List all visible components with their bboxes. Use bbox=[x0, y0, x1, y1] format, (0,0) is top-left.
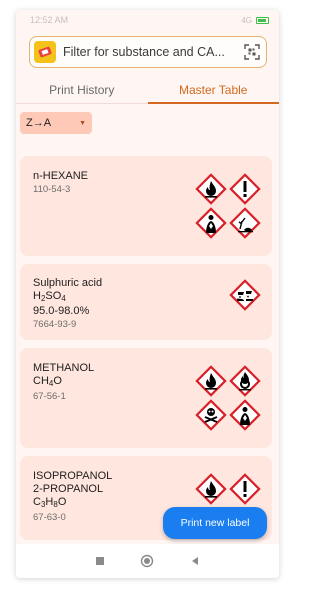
system-nav-bar bbox=[16, 544, 279, 578]
ghs-flame-icon bbox=[195, 473, 227, 505]
tab-print-history[interactable]: Print History bbox=[16, 76, 148, 103]
app-logo-icon bbox=[34, 41, 56, 63]
home-icon[interactable] bbox=[140, 554, 154, 568]
recents-icon[interactable] bbox=[93, 554, 107, 568]
signal-indicator: 4G bbox=[241, 15, 252, 25]
substance-card-hexane[interactable]: n-HEXANE 110-54-3 bbox=[20, 156, 272, 256]
search-input[interactable]: Filter for substance and CA... bbox=[63, 45, 244, 59]
ghs-health-hazard-icon bbox=[229, 399, 261, 431]
battery-icon bbox=[256, 16, 269, 24]
status-icons: 4G bbox=[241, 16, 269, 25]
back-icon[interactable] bbox=[188, 554, 202, 568]
ghs-exclamation-icon bbox=[229, 473, 261, 505]
ghs-health-hazard-icon bbox=[195, 207, 227, 239]
ghs-oxidizer-icon bbox=[229, 365, 261, 397]
ghs-corrosion-icon bbox=[229, 279, 261, 311]
scan-qr-icon[interactable] bbox=[244, 44, 260, 60]
substance-card-methanol[interactable]: METHANOL CH4O 67-56-1 bbox=[20, 348, 272, 448]
status-time: 12:52 AM bbox=[30, 15, 69, 25]
ghs-environment-icon bbox=[229, 207, 261, 239]
search-row: Filter for substance and CA... bbox=[16, 30, 279, 68]
print-new-label-button[interactable]: Print new label bbox=[163, 507, 267, 539]
substance-card-sulphuric-acid[interactable]: Sulphuric acid H2SO4 95.0-98.0% 7664-93-… bbox=[20, 264, 272, 340]
search-field[interactable]: Filter for substance and CA... bbox=[29, 36, 267, 68]
ghs-skull-icon bbox=[195, 399, 227, 431]
cas-number: 7664-93-9 bbox=[33, 319, 77, 330]
ghs-flame-icon bbox=[195, 173, 227, 205]
sort-row: Z→A ▼ bbox=[16, 104, 279, 134]
ghs-flame-icon bbox=[195, 365, 227, 397]
app-screen: 12:52 AM 4G Filter for substance and CA.… bbox=[16, 10, 279, 578]
substance-list: n-HEXANE 110-54-3 Sulphuric acid H2SO4 9… bbox=[20, 156, 272, 548]
sort-dropdown[interactable]: Z→A ▼ bbox=[20, 112, 92, 134]
tab-master-table[interactable]: Master Table bbox=[147, 76, 280, 104]
ghs-exclamation-icon bbox=[229, 173, 261, 205]
status-bar: 12:52 AM 4G bbox=[16, 10, 279, 30]
tab-bar: Print History Master Table bbox=[16, 76, 279, 104]
chevron-down-icon: ▼ bbox=[79, 119, 86, 127]
sort-label: Z→A bbox=[26, 117, 52, 129]
